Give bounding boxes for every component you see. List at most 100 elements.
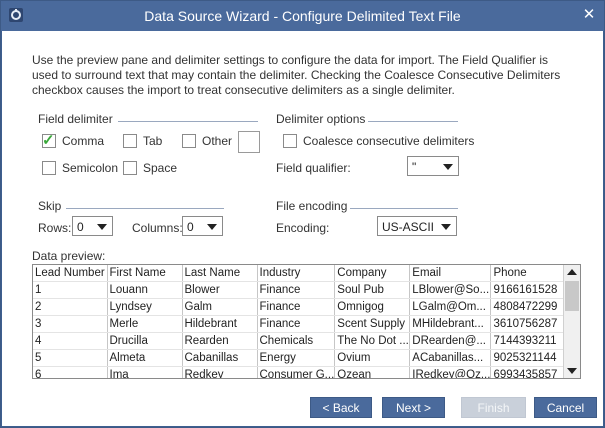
wizard-content: Use the preview pane and delimiter setti…	[2, 31, 603, 426]
preview-body: Lead Number First Name Last Name Industry Co…	[33, 265, 573, 378]
close-icon[interactable]: ✕	[580, 7, 598, 23]
table-cell: 5	[33, 349, 108, 367]
table-cell: 4808472299	[490, 298, 573, 316]
columns-value: 0	[187, 220, 194, 234]
table-row[interactable]: 1 Louann Blower Finance Soul Pub LBlower@So..…	[33, 281, 573, 299]
delimiter-options-title: Delimiter options	[276, 112, 366, 126]
checkbox-box: ✓	[42, 132, 56, 149]
scroll-down-icon[interactable]	[567, 368, 577, 374]
next-button[interactable]: Next >	[382, 397, 445, 418]
table-row[interactable]: 4 Drucilla Rearden Chemicals The No Dot ... D…	[33, 332, 573, 350]
other-delimiter-input[interactable]	[238, 131, 260, 153]
table-cell: Cabanillas	[182, 349, 258, 367]
table-cell: 3610756287	[490, 315, 573, 333]
window-title: Data Source Wizard - Configure Delimited…	[144, 8, 461, 24]
checkbox-box	[42, 161, 56, 175]
space-label: Space	[143, 161, 178, 175]
column-header: First Name	[107, 265, 183, 282]
table-cell: 9025321144	[490, 349, 573, 367]
checkbox-box	[123, 161, 137, 175]
table-cell: Finance	[257, 315, 336, 333]
column-header: Phone	[490, 265, 573, 282]
file-encoding-divider	[350, 208, 458, 209]
checkbox-box	[182, 134, 196, 148]
finish-button[interactable]: Finish	[461, 397, 526, 418]
table-cell: 9166161528	[490, 281, 573, 299]
column-header: Company	[334, 265, 411, 282]
back-button[interactable]: < Back	[310, 397, 372, 418]
table-row[interactable]: 3 Merle Hildebrant Finance Scent Supply MHild…	[33, 315, 573, 333]
table-cell: 2	[33, 298, 108, 316]
encoding-select[interactable]: US-ASCII	[377, 216, 457, 236]
table-row[interactable]: 2 Lyndsey Galm Finance Omnigog LGalm@Om... 480…	[33, 298, 573, 316]
delimiter-options-divider	[368, 121, 458, 122]
semicolon-checkbox[interactable]: Semicolon	[42, 161, 118, 175]
table-cell: Rearden	[182, 332, 258, 350]
comma-label: Comma	[62, 134, 105, 148]
checkbox-box	[283, 134, 297, 148]
table-cell: Ozean	[334, 366, 411, 378]
other-checkbox[interactable]: Other	[182, 134, 232, 148]
table-cell: Ovium	[334, 349, 411, 367]
wizard-window: Data Source Wizard - Configure Delimited…	[0, 0, 605, 428]
rows-value: 0	[77, 220, 84, 234]
table-cell: MHildebrant...	[409, 315, 492, 333]
preview-table: Lead Number First Name Last Name Industry Co…	[33, 265, 573, 378]
field-qualifier-select[interactable]: "	[407, 156, 459, 176]
table-cell: LBlower@So...	[409, 281, 492, 299]
coalesce-checkbox[interactable]: Coalesce consecutive delimiters	[283, 134, 474, 148]
checkbox-box	[123, 134, 137, 148]
field-qualifier-label: Field qualifier:	[276, 161, 351, 175]
scroll-thumb[interactable]	[565, 281, 579, 311]
table-cell: Omnigog	[334, 298, 411, 316]
data-preview-label: Data preview:	[32, 249, 106, 263]
comma-checkbox[interactable]: ✓ Comma	[42, 132, 105, 149]
table-cell: 1	[33, 281, 108, 299]
field-delimiter-title: Field delimiter	[38, 112, 113, 126]
table-cell: Louann	[107, 281, 183, 299]
columns-select[interactable]: 0	[182, 216, 223, 236]
cancel-button[interactable]: Cancel	[534, 397, 597, 418]
table-cell: IRedkey@Oz...	[409, 366, 492, 378]
chevron-down-icon	[443, 164, 453, 170]
table-cell: LGalm@Om...	[409, 298, 492, 316]
table-cell: Finance	[257, 298, 336, 316]
table-cell: DRearden@...	[409, 332, 492, 350]
table-cell: Galm	[182, 298, 258, 316]
table-cell: Hildebrant	[182, 315, 258, 333]
table-cell: Blower	[182, 281, 258, 299]
skip-divider	[66, 208, 224, 209]
other-label: Other	[202, 134, 233, 148]
table-cell: Lyndsey	[107, 298, 183, 316]
columns-label: Columns:	[132, 221, 183, 235]
table-cell: Drucilla	[107, 332, 183, 350]
tab-label: Tab	[143, 134, 163, 148]
column-header: Email	[409, 265, 492, 282]
table-row[interactable]: 5 Almeta Cabanillas Energy Ovium ACabanillas.…	[33, 349, 573, 367]
intro-text: Use the preview pane and delimiter setti…	[32, 53, 561, 97]
chevron-down-icon	[207, 224, 217, 230]
vertical-scrollbar[interactable]	[563, 265, 580, 378]
table-cell: The No Dot ...	[334, 332, 411, 350]
column-header: Last Name	[182, 265, 258, 282]
table-row[interactable]: 6 Ima Redkey Consumer G... Ozean IRedkey@Oz..…	[33, 366, 573, 378]
column-header: Industry	[257, 265, 336, 282]
data-preview-grid[interactable]: Lead Number First Name Last Name Industry Co…	[32, 264, 581, 379]
title-bar[interactable]: Data Source Wizard - Configure Delimited…	[1, 1, 604, 31]
table-cell: Chemicals	[257, 332, 336, 350]
space-checkbox[interactable]: Space	[123, 161, 177, 175]
scroll-up-icon[interactable]	[567, 269, 577, 275]
field-qualifier-value: "	[412, 160, 417, 174]
tab-checkbox[interactable]: Tab	[123, 134, 162, 148]
rows-select[interactable]: 0	[72, 216, 113, 236]
skip-title: Skip	[38, 199, 62, 213]
preview-header-row[interactable]: Lead Number First Name Last Name Industry Co…	[33, 265, 573, 282]
table-cell: Energy	[257, 349, 336, 367]
chevron-down-icon	[97, 224, 107, 230]
table-cell: 7144393211	[490, 332, 573, 350]
table-cell: Soul Pub	[334, 281, 411, 299]
chevron-down-icon	[441, 224, 451, 230]
field-delimiter-divider	[118, 121, 258, 122]
table-cell: ACabanillas...	[409, 349, 492, 367]
table-cell: 3	[33, 315, 108, 333]
